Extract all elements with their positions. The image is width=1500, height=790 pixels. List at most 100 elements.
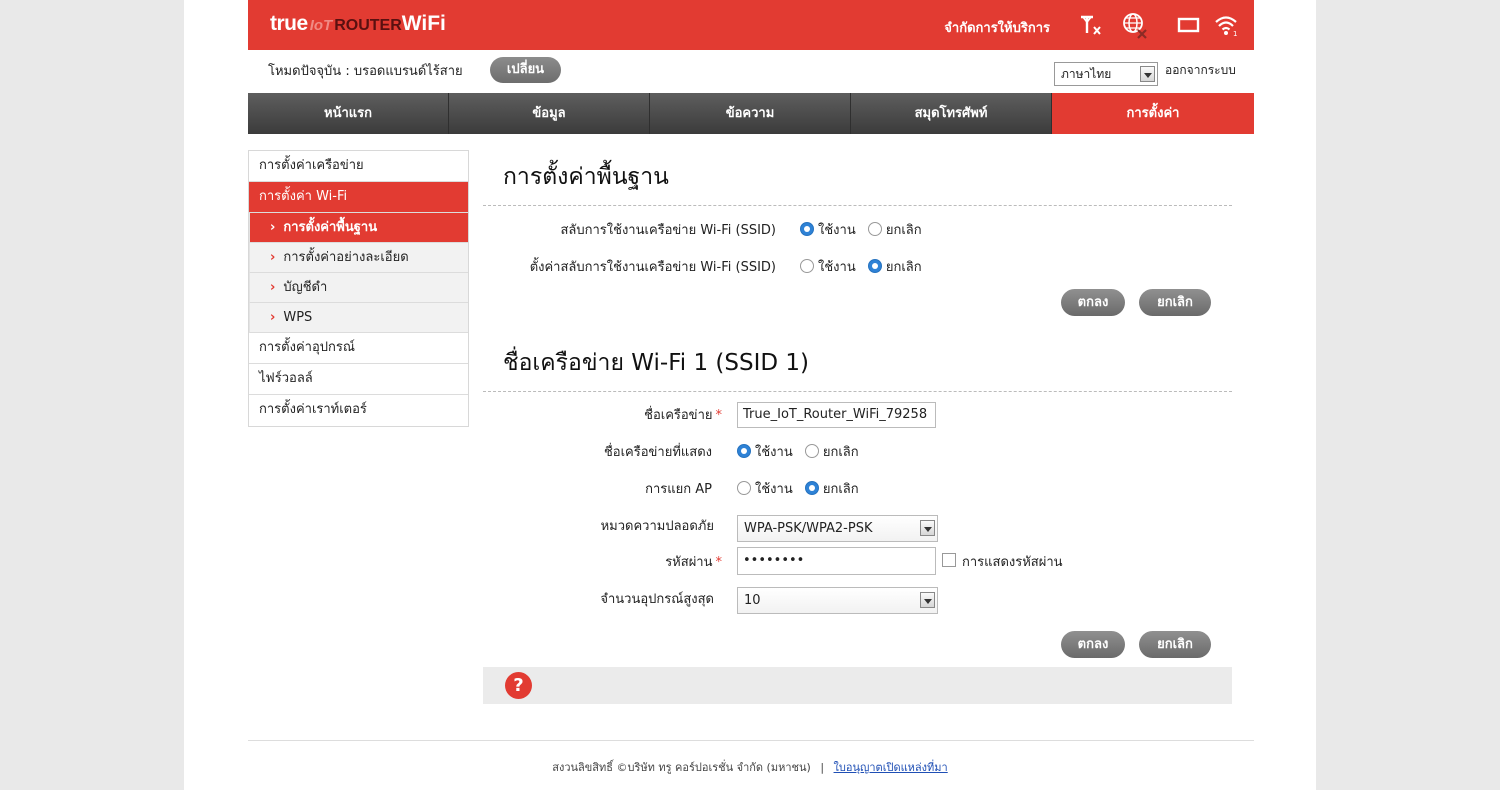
option-label: ใช้งาน bbox=[818, 260, 856, 275]
ssid-switch-label: สลับการใช้งานเครือข่าย Wi-Fi (SSID) bbox=[560, 223, 776, 238]
sidebar-item-firewall[interactable]: ไฟร์วอลล์ bbox=[249, 364, 468, 395]
ap-isolation-label: การแยก AP bbox=[645, 482, 712, 497]
divider bbox=[483, 391, 1232, 392]
brand-logo: true IoT ROUTERWiFi bbox=[270, 12, 446, 36]
security-selected: WPA-PSK/WPA2-PSK bbox=[744, 521, 873, 536]
ssid-switch-set-enable[interactable]: ใช้งาน bbox=[800, 256, 856, 277]
radio-unchecked bbox=[867, 222, 882, 236]
option-label: ใช้งาน bbox=[755, 482, 793, 497]
brand-router: ROUTER bbox=[334, 17, 402, 34]
option-label: ยกเลิก bbox=[822, 445, 859, 460]
help-bar: ? bbox=[483, 667, 1232, 704]
password-input[interactable]: •••••••• bbox=[737, 547, 936, 575]
brand-iot: IoT bbox=[309, 17, 333, 34]
broadcast-cancel[interactable]: ยกเลิก bbox=[804, 441, 859, 462]
sidebar-sub-label: การตั้งค่าอย่างละเอียด bbox=[283, 250, 409, 265]
footer-divider bbox=[248, 740, 1254, 741]
basic-cancel-button[interactable]: ยกเลิก bbox=[1139, 289, 1211, 316]
required-mark: * bbox=[715, 555, 723, 570]
network-name-label: ชื่อเครือข่าย * bbox=[483, 404, 722, 425]
sidebar-sub-advanced[interactable]: › การตั้งค่าอย่างละเอียด bbox=[249, 243, 468, 273]
option-label: ยกเลิก bbox=[885, 260, 922, 275]
nav-phonebook[interactable]: สมุดโทรศัพท์ bbox=[851, 93, 1052, 134]
sidebar-item-wifi[interactable]: การตั้งค่า Wi-Fi bbox=[249, 182, 468, 213]
language-select[interactable]: ภาษาไทย bbox=[1054, 62, 1158, 86]
sidebar-item-network[interactable]: การตั้งค่าเครือข่าย bbox=[249, 151, 468, 182]
chevron-down-icon bbox=[1140, 66, 1155, 82]
required-mark: * bbox=[715, 408, 723, 423]
globe-disconnected-icon bbox=[1121, 11, 1149, 39]
battery-icon bbox=[1175, 11, 1203, 39]
option-label: ยกเลิก bbox=[822, 482, 859, 497]
ssid-switch-set-label: ตั้งค่าสลับการใช้งานเครือข่าย Wi-Fi (SSI… bbox=[529, 260, 776, 275]
basic-settings-title: การตั้งค่าพื้นฐาน bbox=[503, 164, 669, 190]
divider bbox=[483, 205, 1232, 206]
ap-isolation-cancel[interactable]: ยกเลิก bbox=[804, 478, 859, 499]
network-name-input[interactable]: True_IoT_Router_WiFi_79258 bbox=[737, 402, 936, 428]
show-password-label: การแสดงรหัสผ่าน bbox=[962, 555, 1063, 570]
ssid-switch-cancel[interactable]: ยกเลิก bbox=[867, 219, 922, 240]
chevron-down-icon bbox=[920, 592, 935, 608]
max-devices-selected: 10 bbox=[744, 593, 761, 608]
logout-link[interactable]: ออกจากระบบ bbox=[1165, 61, 1236, 80]
sidebar-sub-wps[interactable]: › WPS bbox=[249, 303, 468, 333]
current-mode-label: โหมดปัจจุบัน : บรอดแบรนด์ไร้สาย bbox=[268, 64, 463, 79]
chevron-right-icon: › bbox=[270, 280, 276, 295]
sidebar-sub-blacklist[interactable]: › บัญชีดำ bbox=[249, 273, 468, 303]
password-label: รหัสผ่าน * bbox=[483, 551, 722, 572]
radio-unchecked bbox=[800, 259, 814, 273]
sidebar-sub-basic[interactable]: › การตั้งค่าพื้นฐาน bbox=[249, 213, 468, 243]
language-selected: ภาษาไทย bbox=[1061, 67, 1112, 81]
sidebar-item-device[interactable]: การตั้งค่าอุปกรณ์ bbox=[249, 333, 468, 364]
ssid1-ok-button[interactable]: ตกลง bbox=[1061, 631, 1125, 658]
radio-checked bbox=[867, 259, 882, 273]
broadcast-label: ชื่อเครือข่ายที่แสดง bbox=[603, 445, 712, 460]
nav-settings[interactable]: การตั้งค่า bbox=[1052, 93, 1254, 134]
show-password-checkbox[interactable] bbox=[942, 553, 956, 567]
sidebar-sub-label: บัญชีดำ bbox=[283, 280, 328, 295]
ssid-switch-set-cancel[interactable]: ยกเลิก bbox=[867, 256, 922, 277]
max-devices-select[interactable]: 10 bbox=[737, 587, 938, 614]
help-icon[interactable]: ? bbox=[505, 672, 532, 699]
max-devices-label: จำนวนอุปกรณ์สูงสุด bbox=[600, 592, 714, 607]
label-text: ชื่อเครือข่าย bbox=[644, 408, 713, 423]
basic-ok-button[interactable]: ตกลง bbox=[1061, 289, 1125, 316]
nav-info[interactable]: ข้อมูล bbox=[449, 93, 650, 134]
ssid-switch-enable[interactable]: ใช้งาน bbox=[800, 219, 856, 240]
ap-isolation-enable[interactable]: ใช้งาน bbox=[737, 478, 793, 499]
security-label: หมวดความปลอดภัย bbox=[600, 519, 714, 534]
chevron-down-icon bbox=[920, 520, 935, 536]
ssid-switch-options: ใช้งาน ยกเลิก bbox=[800, 219, 930, 240]
open-source-license-link[interactable]: ใบอนุญาตเปิดแหล่งที่มา bbox=[834, 761, 948, 774]
copyright-text: สงวนลิขสิทธิ์ ©บริษัท ทรู คอร์ปอเรชั่น จ… bbox=[552, 761, 811, 774]
brand-wifi: WiFi bbox=[401, 12, 446, 35]
signal-x-icon bbox=[1077, 11, 1105, 39]
radio-checked bbox=[800, 222, 814, 236]
nav-messages[interactable]: ข้อความ bbox=[650, 93, 851, 134]
page: true IoT ROUTERWiFi จำกัดการให้บริการ 1 … bbox=[184, 0, 1316, 790]
chevron-right-icon: › bbox=[270, 310, 276, 325]
sidebar-sub-label: การตั้งค่าพื้นฐาน bbox=[283, 220, 378, 235]
option-label: ใช้งาน bbox=[818, 223, 856, 238]
main-nav: หน้าแรก ข้อมูล ข้อความ สมุดโทรศัพท์ การต… bbox=[248, 93, 1254, 134]
sidebar-sub-label: WPS bbox=[283, 310, 313, 325]
option-label: ใช้งาน bbox=[755, 445, 793, 460]
chevron-right-icon: › bbox=[270, 250, 276, 265]
sidebar-item-router[interactable]: การตั้งค่าเราท์เตอร์ bbox=[249, 395, 468, 426]
label-text: รหัสผ่าน bbox=[665, 555, 713, 570]
change-mode-button[interactable]: เปลี่ยน bbox=[490, 57, 561, 83]
service-limit-link[interactable]: จำกัดการให้บริการ bbox=[944, 17, 1050, 38]
radio-checked bbox=[804, 481, 819, 495]
radio-checked bbox=[737, 444, 751, 458]
nav-home[interactable]: หน้าแรก bbox=[248, 93, 449, 134]
header-bar: true IoT ROUTERWiFi จำกัดการให้บริการ 1 bbox=[248, 0, 1254, 50]
ssid-switch-set-options: ใช้งาน ยกเลิก bbox=[800, 256, 930, 277]
radio-unchecked bbox=[737, 481, 751, 495]
chevron-right-icon: › bbox=[270, 220, 276, 235]
security-select[interactable]: WPA-PSK/WPA2-PSK bbox=[737, 515, 938, 542]
broadcast-enable[interactable]: ใช้งาน bbox=[737, 441, 793, 462]
sidebar: การตั้งค่าเครือข่าย การตั้งค่า Wi-Fi › กา… bbox=[248, 150, 469, 427]
ssid1-title: ชื่อเครือข่าย Wi-Fi 1 (SSID 1) bbox=[503, 350, 809, 376]
ssid1-cancel-button[interactable]: ยกเลิก bbox=[1139, 631, 1211, 658]
ap-isolation-options: ใช้งาน ยกเลิก bbox=[737, 478, 867, 499]
